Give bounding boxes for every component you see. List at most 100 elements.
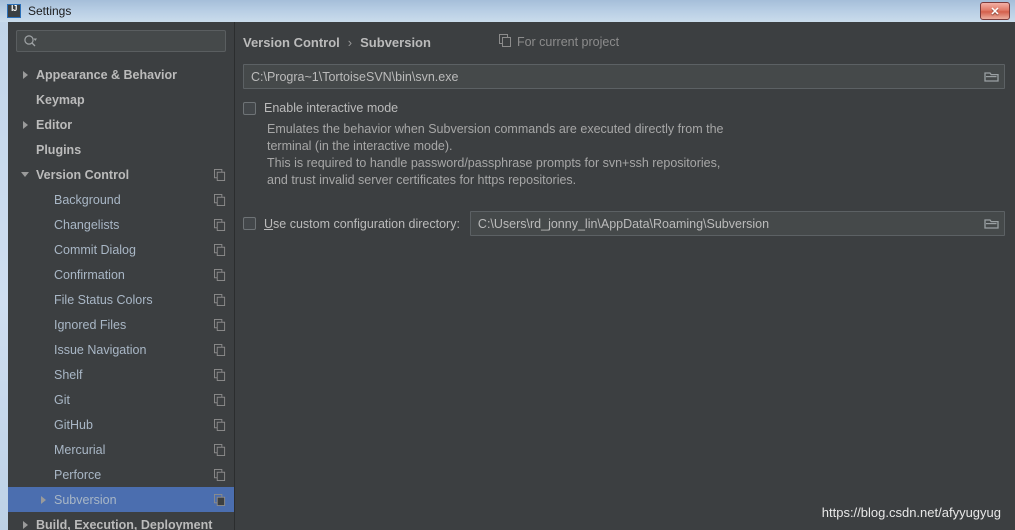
window-title: Settings xyxy=(28,4,72,18)
custom-config-label: Use custom configuration directory: xyxy=(264,217,460,231)
custom-config-field[interactable] xyxy=(469,211,1005,236)
sidebar-item-issue-navigation[interactable]: Issue Navigation xyxy=(8,337,234,362)
project-scope-icon xyxy=(214,343,226,356)
sidebar-item-file-status-colors[interactable]: File Status Colors xyxy=(8,287,234,312)
sidebar-item-label: Issue Navigation xyxy=(54,342,147,357)
interactive-mode-label: Enable interactive mode xyxy=(264,101,399,115)
svn-path-field[interactable] xyxy=(243,64,1005,89)
description-line: and trust invalid server certificates fo… xyxy=(267,173,577,187)
description-line: This is required to handle password/pass… xyxy=(267,156,721,170)
project-scope-icon xyxy=(214,393,226,406)
sidebar-item-label: GitHub xyxy=(54,417,93,432)
watermark: https://blog.csdn.net/afyyugyug xyxy=(821,505,1001,520)
custom-config-label-rest: se custom configuration directory: xyxy=(273,216,460,231)
project-scope-icon xyxy=(214,493,226,506)
chevron-down-icon[interactable] xyxy=(18,172,32,177)
sidebar-item-label: Git xyxy=(54,392,70,407)
sidebar-item-keymap[interactable]: Keymap xyxy=(8,87,234,112)
sidebar-item-perforce[interactable]: Perforce xyxy=(8,462,234,487)
interactive-mode-description: Emulates the behavior when Subversion co… xyxy=(267,121,827,189)
sidebar-item-ignored-files[interactable]: Ignored Files xyxy=(8,312,234,337)
sidebar-item-background[interactable]: Background xyxy=(8,187,234,212)
project-scope-icon xyxy=(214,443,226,456)
sidebar-item-build-execution-deployment[interactable]: Build, Execution, Deployment xyxy=(8,512,234,530)
sidebar-item-github[interactable]: GitHub xyxy=(8,412,234,437)
custom-config-mnemonic: U xyxy=(264,216,274,231)
svn-path-input[interactable] xyxy=(251,69,976,84)
chevron-right-icon[interactable] xyxy=(18,520,32,529)
sidebar-item-label: Ignored Files xyxy=(54,317,127,332)
project-scope-icon xyxy=(214,268,226,281)
sidebar-item-label: Version Control xyxy=(36,167,130,182)
search-icon xyxy=(23,34,37,48)
sidebar-item-label: Appearance & Behavior xyxy=(36,67,178,82)
chevron-right-icon[interactable] xyxy=(18,70,32,79)
close-button[interactable]: ✕ xyxy=(980,2,1010,20)
sidebar-item-appearance-behavior[interactable]: Appearance & Behavior xyxy=(8,62,234,87)
project-scope: For current project xyxy=(498,34,620,50)
settings-tree: Appearance & Behavior Keymap Editor Plugins… xyxy=(8,62,234,530)
sidebar-item-subversion[interactable]: Subversion xyxy=(8,487,234,512)
chevron-right-icon[interactable] xyxy=(18,120,32,129)
sidebar-item-label: Build, Execution, Deployment xyxy=(36,517,213,530)
sidebar-item-label: Background xyxy=(54,192,121,207)
breadcrumb-current: Subversion xyxy=(360,34,431,50)
sidebar-item-editor[interactable]: Editor xyxy=(8,112,234,137)
window-left-border xyxy=(0,22,8,530)
project-scope-icon xyxy=(498,34,512,50)
sidebar-item-version-control[interactable]: Version Control xyxy=(8,162,234,187)
breadcrumb-parent[interactable]: Version Control xyxy=(243,35,340,50)
sidebar-item-confirmation[interactable]: Confirmation xyxy=(8,262,234,287)
sidebar-item-label: Perforce xyxy=(54,467,102,482)
intellij-idea-icon xyxy=(7,4,21,18)
close-icon: ✕ xyxy=(990,5,1000,18)
interactive-mode-row: Enable interactive mode xyxy=(243,101,1015,115)
sidebar-item-label: Changelists xyxy=(54,217,120,232)
sidebar-item-label: Subversion xyxy=(54,492,117,507)
project-scope-icon xyxy=(214,468,226,481)
svn-path-row xyxy=(243,64,1005,89)
project-scope-icon xyxy=(214,293,226,306)
project-scope-icon xyxy=(214,193,226,206)
folder-icon[interactable] xyxy=(978,65,1004,88)
title-bar: Settings ✕ xyxy=(0,0,1015,22)
project-scope-icon xyxy=(214,418,226,431)
description-line: terminal (in the interactive mode). xyxy=(267,139,453,153)
breadcrumb-separator-icon: › xyxy=(347,34,353,50)
search-box[interactable] xyxy=(16,30,226,52)
description-line: Emulates the behavior when Subversion co… xyxy=(267,122,724,136)
search-input[interactable] xyxy=(41,34,219,48)
sidebar-item-shelf[interactable]: Shelf xyxy=(8,362,234,387)
project-scope-icon xyxy=(214,218,226,231)
project-scope-icon xyxy=(214,318,226,331)
settings-window: Settings ✕ Appearan xyxy=(0,0,1015,530)
sidebar-item-label: Keymap xyxy=(36,92,85,107)
folder-icon[interactable] xyxy=(978,212,1004,235)
project-scope-label: For current project xyxy=(516,35,620,49)
chevron-right-icon[interactable] xyxy=(36,495,50,504)
settings-main-panel: Version Control › Subversion For current… xyxy=(235,22,1015,530)
search-container xyxy=(8,22,234,52)
sidebar-item-label: Editor xyxy=(36,117,73,132)
sidebar-item-commit-dialog[interactable]: Commit Dialog xyxy=(8,237,234,262)
window-body: Appearance & Behavior Keymap Editor Plugins… xyxy=(0,22,1015,530)
interactive-mode-checkbox[interactable] xyxy=(243,101,256,115)
project-scope-icon xyxy=(214,168,226,181)
sidebar-item-label: File Status Colors xyxy=(54,292,153,307)
sidebar-item-label: Mercurial xyxy=(54,442,106,457)
sidebar-item-plugins[interactable]: Plugins xyxy=(8,137,234,162)
sidebar-item-mercurial[interactable]: Mercurial xyxy=(8,437,234,462)
sidebar-item-changelists[interactable]: Changelists xyxy=(8,212,234,237)
project-scope-icon xyxy=(214,243,226,256)
sidebar-item-label: Plugins xyxy=(36,142,82,157)
settings-sidebar: Appearance & Behavior Keymap Editor Plugins… xyxy=(8,22,235,530)
project-scope-icon xyxy=(214,368,226,381)
sidebar-item-label: Commit Dialog xyxy=(54,242,136,257)
custom-config-input[interactable] xyxy=(477,216,976,231)
custom-config-row: Use custom configuration directory: xyxy=(243,211,1005,236)
sidebar-item-label: Shelf xyxy=(54,367,83,382)
breadcrumb: Version Control › Subversion For current… xyxy=(235,22,1015,50)
custom-config-checkbox[interactable] xyxy=(243,217,256,230)
sidebar-item-git[interactable]: Git xyxy=(8,387,234,412)
sidebar-item-label: Confirmation xyxy=(54,267,125,282)
